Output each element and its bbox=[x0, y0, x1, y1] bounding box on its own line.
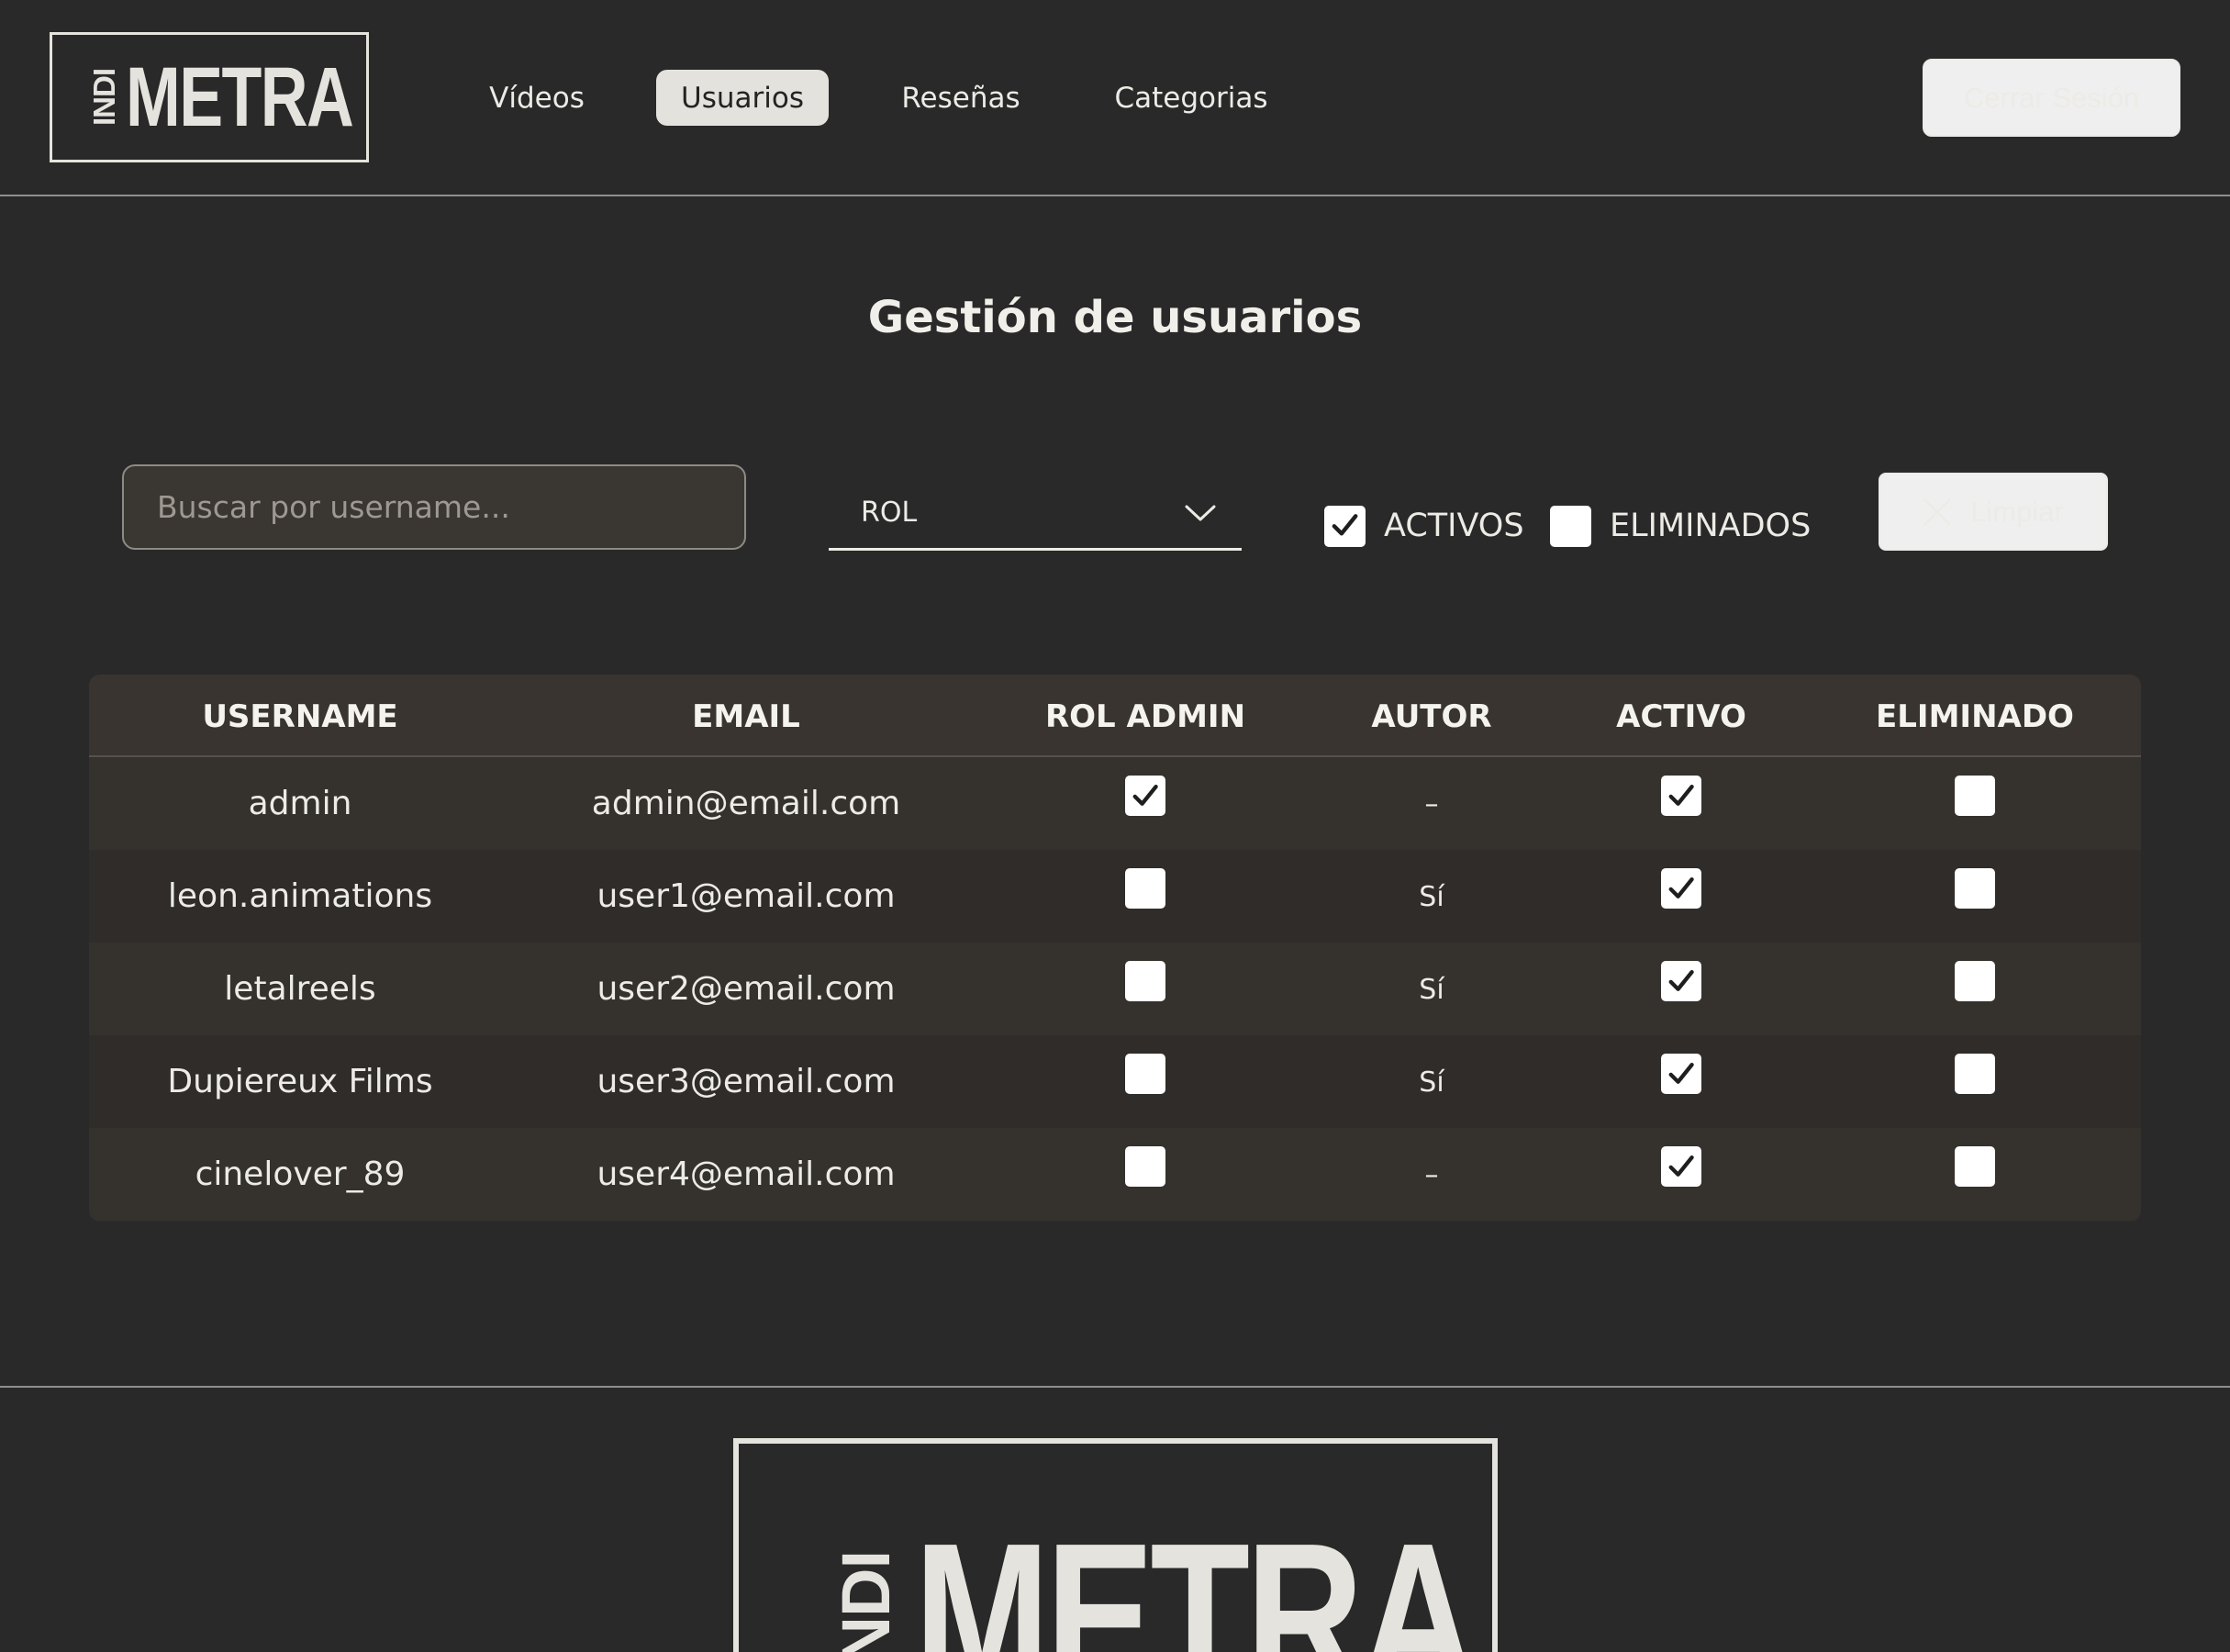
nav-item-categorias[interactable]: Categorias bbox=[1100, 70, 1282, 126]
activo-checkbox[interactable] bbox=[1661, 1146, 1701, 1187]
eliminado-checkbox[interactable] bbox=[1955, 1146, 1995, 1187]
cell-email: user1@email.com bbox=[597, 877, 896, 915]
table-row: leon.animations user1@email.com Sí bbox=[89, 850, 2141, 943]
cell-eliminado bbox=[1955, 868, 1995, 917]
role-select[interactable]: ROL bbox=[829, 477, 1242, 551]
eliminado-checkbox[interactable] bbox=[1955, 868, 1995, 909]
cell-email: user3@email.com bbox=[597, 1063, 896, 1100]
eliminados-checkbox[interactable] bbox=[1550, 505, 1591, 547]
page-title: Gestión de usuarios bbox=[867, 292, 1363, 343]
cell-activo bbox=[1661, 776, 1701, 820]
table-row: letalreels user2@email.com Sí bbox=[89, 943, 2141, 1035]
cell-rol-admin bbox=[1125, 868, 1165, 917]
table-row: admin admin@email.com – bbox=[89, 757, 2141, 850]
cell-rol-admin bbox=[1125, 776, 1165, 820]
checkmark-icon bbox=[1332, 514, 1358, 536]
checkmark-icon bbox=[1668, 784, 1694, 806]
clear-filters-button[interactable]: Limpiar bbox=[1879, 473, 2108, 551]
logo-wordmark: INDI METRA bbox=[87, 50, 354, 144]
logo-small-text: INDI bbox=[87, 69, 121, 126]
rol-admin-checkbox[interactable] bbox=[1125, 961, 1165, 1001]
nav-item-videos[interactable]: Vídeos bbox=[477, 70, 597, 126]
table-row: cinelover_89 user4@email.com – bbox=[89, 1128, 2141, 1221]
cell-rol-admin bbox=[1125, 1146, 1165, 1195]
footer-logo-big-text: METRA bbox=[913, 1501, 1477, 1652]
footer-logo-small-text: INDI bbox=[827, 1551, 904, 1652]
logout-button[interactable]: Cerrar Sesión bbox=[1923, 59, 2180, 137]
activo-checkbox[interactable] bbox=[1661, 776, 1701, 816]
logo-big-text: METRA bbox=[126, 50, 354, 144]
checkmark-icon bbox=[1668, 969, 1694, 991]
footer-logo: INDI METRA bbox=[733, 1438, 1498, 1652]
cell-rol-admin bbox=[1125, 1054, 1165, 1102]
activo-checkbox[interactable] bbox=[1661, 868, 1701, 909]
cell-autor: Sí bbox=[1419, 1066, 1444, 1099]
cell-activo bbox=[1661, 1054, 1701, 1098]
checkmark-icon bbox=[1668, 876, 1694, 899]
activos-label: ACTIVOS bbox=[1384, 508, 1524, 544]
cell-email: admin@email.com bbox=[591, 785, 901, 822]
checkmark-icon bbox=[1668, 1062, 1694, 1084]
activo-checkbox[interactable] bbox=[1661, 961, 1701, 1001]
indimetra-logo[interactable]: INDI METRA bbox=[50, 32, 369, 162]
table-header: USERNAME EMAIL ROL ADMIN AUTOR ACTIVO EL… bbox=[89, 675, 2141, 757]
eliminado-checkbox[interactable] bbox=[1955, 776, 1995, 816]
users-table: USERNAME EMAIL ROL ADMIN AUTOR ACTIVO EL… bbox=[89, 675, 2141, 1222]
footer-logo-wordmark: INDI METRA bbox=[827, 1501, 1477, 1652]
cell-autor: – bbox=[1424, 788, 1439, 820]
footer-divider bbox=[0, 1386, 2230, 1388]
activos-checkbox[interactable] bbox=[1324, 505, 1366, 547]
search-input[interactable] bbox=[122, 464, 746, 550]
column-header-autor[interactable]: AUTOR bbox=[1371, 698, 1491, 735]
nav-item-usuarios[interactable]: Usuarios bbox=[656, 70, 829, 126]
cell-eliminado bbox=[1955, 1146, 1995, 1195]
rol-admin-checkbox[interactable] bbox=[1125, 1054, 1165, 1094]
role-select-label: ROL bbox=[861, 497, 918, 529]
cell-username: cinelover_89 bbox=[195, 1155, 406, 1193]
table-row: Dupiereux Films user3@email.com Sí bbox=[89, 1035, 2141, 1128]
cell-username: admin bbox=[248, 785, 352, 822]
app-header: INDI METRA Vídeos Usuarios Reseñas Categ… bbox=[0, 0, 2230, 196]
eliminado-checkbox[interactable] bbox=[1955, 1054, 1995, 1094]
filter-eliminados[interactable]: ELIMINADOS bbox=[1550, 504, 1811, 548]
chevron-down-icon bbox=[1185, 505, 1216, 520]
eliminados-label: ELIMINADOS bbox=[1610, 508, 1812, 544]
column-header-activo[interactable]: ACTIVO bbox=[1616, 698, 1746, 735]
cell-eliminado bbox=[1955, 1054, 1995, 1102]
column-header-eliminado[interactable]: ELIMINADO bbox=[1876, 698, 2074, 735]
checkmark-icon bbox=[1132, 784, 1158, 806]
cell-activo bbox=[1661, 868, 1701, 912]
rol-admin-checkbox[interactable] bbox=[1125, 1146, 1165, 1187]
column-header-username[interactable]: USERNAME bbox=[202, 698, 397, 735]
rol-admin-checkbox[interactable] bbox=[1125, 776, 1165, 816]
cell-autor: Sí bbox=[1419, 881, 1444, 913]
cell-eliminado bbox=[1955, 961, 1995, 1010]
cell-username: Dupiereux Films bbox=[167, 1063, 433, 1100]
close-icon bbox=[1923, 498, 1951, 525]
activo-checkbox[interactable] bbox=[1661, 1054, 1701, 1094]
cell-email: user4@email.com bbox=[597, 1155, 896, 1193]
cell-username: letalreels bbox=[224, 970, 376, 1008]
column-header-rol-admin[interactable]: ROL ADMIN bbox=[1045, 698, 1245, 735]
cell-username: leon.animations bbox=[167, 877, 433, 915]
rol-admin-checkbox[interactable] bbox=[1125, 868, 1165, 909]
cell-rol-admin bbox=[1125, 961, 1165, 1010]
checkmark-icon bbox=[1668, 1155, 1694, 1177]
cell-eliminado bbox=[1955, 776, 1995, 824]
clear-filters-label: Limpiar bbox=[1970, 495, 2064, 528]
cell-activo bbox=[1661, 961, 1701, 1005]
column-header-email[interactable]: EMAIL bbox=[692, 698, 800, 735]
cell-email: user2@email.com bbox=[597, 970, 896, 1008]
cell-autor: – bbox=[1424, 1159, 1439, 1191]
eliminado-checkbox[interactable] bbox=[1955, 961, 1995, 1001]
filter-activos[interactable]: ACTIVOS bbox=[1324, 504, 1524, 548]
cell-autor: Sí bbox=[1419, 974, 1444, 1006]
cell-activo bbox=[1661, 1146, 1701, 1190]
nav-item-resenas[interactable]: Reseñas bbox=[886, 70, 1035, 126]
